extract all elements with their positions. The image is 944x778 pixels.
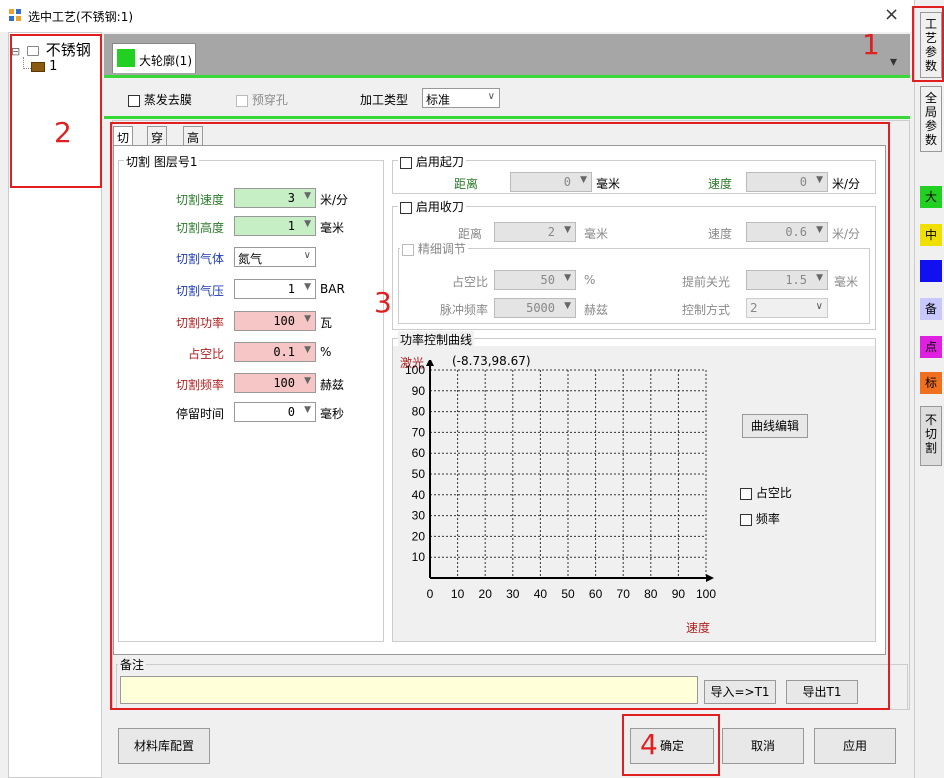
annotation-box-2: [10, 34, 102, 188]
cancel-button[interactable]: 取消: [722, 728, 804, 764]
pre-pierce-checkbox-box[interactable]: [236, 94, 248, 107]
layer-no-cut-label: 不切割: [924, 413, 937, 455]
layer-medium-label: 中: [924, 228, 937, 242]
layer-mark-button[interactable]: 标: [920, 372, 942, 394]
options-bar: [104, 80, 910, 118]
layer-point-button[interactable]: 点: [920, 336, 942, 358]
layer-medium-button[interactable]: 中: [920, 224, 942, 246]
options-underline: [104, 116, 910, 119]
layer-no-cut-button[interactable]: 不切割: [920, 406, 942, 466]
annotation-number-2: 2: [54, 116, 72, 149]
title-bar: [0, 0, 944, 32]
process-type-select[interactable]: 标准 ∨: [422, 88, 500, 108]
tab-underline: [104, 75, 910, 78]
annotation-number-4: 4: [640, 728, 658, 761]
layer-small-label: 小: [924, 264, 937, 278]
layer-big-label: 大: [924, 190, 937, 204]
annotation-number-1: 1: [862, 28, 880, 61]
process-type-value: 标准: [426, 93, 451, 107]
annotation-box-4: [622, 714, 720, 776]
apply-button[interactable]: 应用: [814, 728, 896, 764]
close-button[interactable]: ×: [884, 4, 899, 25]
document-tab-strip: [104, 34, 910, 76]
chevron-down-icon: ∨: [487, 91, 495, 102]
evaporate-checkbox[interactable]: 蒸发去膜: [128, 91, 192, 108]
evaporate-checkbox-box[interactable]: [128, 94, 140, 107]
layer-point-label: 点: [924, 340, 937, 354]
annotation-box-3: [110, 122, 890, 710]
annotation-box-1: [912, 6, 944, 82]
document-tab[interactable]: 大轮廓(1): [112, 43, 196, 73]
layer-mark-label: 标: [924, 376, 937, 390]
layer-color-swatch: [117, 49, 135, 67]
process-type-label: 加工类型: [360, 93, 409, 107]
layer-big-button[interactable]: 大: [920, 186, 942, 208]
side-tab-global-label: 全局参数: [924, 91, 937, 147]
app-icon: [8, 8, 22, 22]
window-title: 选中工艺(不锈钢:1): [28, 10, 134, 24]
tab-menu-icon[interactable]: ▾: [890, 54, 897, 70]
pre-pierce-checkbox[interactable]: 预穿孔: [236, 91, 288, 108]
side-tab-global-params[interactable]: 全局参数: [920, 86, 942, 152]
document-tab-label: 大轮廓(1): [139, 54, 192, 68]
pre-pierce-label: 预穿孔: [251, 93, 288, 107]
evaporate-label: 蒸发去膜: [143, 93, 192, 107]
layer-small-button[interactable]: 小: [920, 260, 942, 282]
layer-backup-label: 备: [924, 302, 937, 316]
material-library-button[interactable]: 材料库配置: [118, 728, 210, 764]
layer-backup-button[interactable]: 备: [920, 298, 942, 320]
